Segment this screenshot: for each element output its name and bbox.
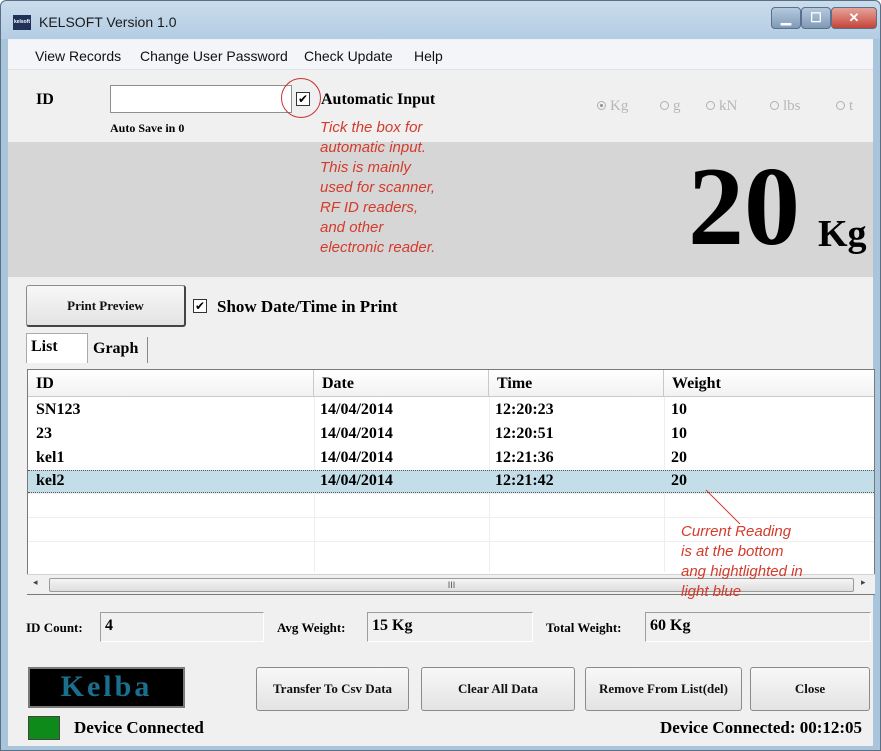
column-header-id[interactable]: ID bbox=[28, 370, 314, 397]
annotation-line: is at the bottom bbox=[681, 543, 784, 560]
radio-dot bbox=[706, 101, 715, 110]
annotation-line: Current Reading bbox=[681, 523, 792, 540]
row-divider bbox=[28, 517, 874, 518]
clear-all-data-button[interactable]: Clear All Data bbox=[421, 667, 575, 711]
annotation-line: This is mainly bbox=[320, 159, 411, 176]
cell-date: 14/04/2014 bbox=[320, 449, 393, 466]
unit-radio-g[interactable]: g bbox=[660, 98, 681, 115]
radio-dot bbox=[770, 101, 779, 110]
menu-view-records[interactable]: View Records bbox=[35, 48, 121, 64]
close-icon: ✕ bbox=[848, 10, 860, 25]
menu-bar: View Records Change User Password Check … bbox=[8, 40, 873, 70]
annotation-line: electronic reader. bbox=[320, 239, 436, 256]
cell-id: kel2 bbox=[36, 472, 65, 489]
automatic-input-checkbox[interactable]: ✔ bbox=[296, 92, 310, 106]
cell-date: 14/04/2014 bbox=[320, 425, 393, 442]
cell-weight: 20 bbox=[671, 472, 687, 489]
tab-graph[interactable]: Graph bbox=[88, 337, 148, 363]
maximize-icon: ☐ bbox=[810, 10, 822, 25]
title-bar[interactable]: kelsoft KELSOFT Version 1.0 ▁ ☐ ✕ bbox=[1, 1, 880, 39]
annotation-arrow bbox=[705, 489, 741, 525]
avg-weight-label: Avg Weight: bbox=[277, 620, 346, 635]
scroll-left-icon[interactable]: ◂ bbox=[33, 577, 38, 588]
unit-label: t bbox=[849, 98, 854, 114]
cell-id: SN123 bbox=[36, 401, 81, 418]
cell-weight: 10 bbox=[671, 401, 687, 418]
cell-time: 12:20:23 bbox=[495, 401, 554, 418]
unit-label: lbs bbox=[783, 98, 801, 114]
unit-label: Kg bbox=[610, 98, 629, 114]
connection-indicator bbox=[28, 716, 60, 740]
cell-time: 12:20:51 bbox=[495, 425, 554, 442]
column-header-time[interactable]: Time bbox=[489, 370, 664, 397]
id-count-value: 4 bbox=[100, 612, 264, 642]
automatic-input-label: Automatic Input bbox=[321, 91, 436, 108]
column-header-date[interactable]: Date bbox=[314, 370, 489, 397]
id-count-label: ID Count: bbox=[26, 620, 83, 635]
minimize-icon: ▁ bbox=[781, 10, 791, 25]
cell-weight: 10 bbox=[671, 425, 687, 442]
close-window-button[interactable]: ✕ bbox=[831, 7, 877, 29]
row-divider bbox=[28, 493, 874, 494]
auto-save-label: Auto Save in 0 bbox=[110, 121, 185, 135]
device-status-label: Device Connected bbox=[74, 718, 204, 737]
annotation-current-reading: Current Reading is at the bottom ang hig… bbox=[681, 522, 861, 602]
annotation-line: and other bbox=[320, 219, 384, 236]
total-weight-value: 60 Kg bbox=[645, 612, 871, 642]
annotation-line: light blue bbox=[681, 583, 742, 600]
id-input[interactable] bbox=[110, 85, 292, 113]
annotation-line: RF ID readers, bbox=[320, 199, 419, 216]
radio-dot bbox=[660, 101, 669, 110]
cell-id: kel1 bbox=[36, 449, 65, 466]
window-title: KELSOFT Version 1.0 bbox=[39, 14, 177, 30]
unit-label: g bbox=[673, 98, 681, 114]
table-row[interactable]: SN123 14/04/2014 12:20:23 10 bbox=[28, 399, 874, 422]
radio-dot bbox=[597, 101, 606, 110]
app-icon: kelsoft bbox=[13, 15, 31, 30]
cell-time: 12:21:42 bbox=[495, 472, 554, 489]
menu-help[interactable]: Help bbox=[414, 48, 443, 64]
cell-weight: 20 bbox=[671, 449, 687, 466]
unit-radio-t[interactable]: t bbox=[836, 98, 853, 115]
weight-reading-value: 20 bbox=[688, 145, 800, 269]
annotation-line: used for scanner, bbox=[320, 179, 436, 196]
kelba-logo: Kelba bbox=[28, 667, 185, 708]
radio-dot bbox=[836, 101, 845, 110]
logo-text: Kelba bbox=[60, 670, 153, 703]
annotation-line: automatic input. bbox=[320, 139, 426, 156]
device-connected-time: Device Connected: 00:12:05 bbox=[660, 718, 863, 737]
avg-weight-value: 15 Kg bbox=[367, 612, 533, 642]
unit-radio-kg[interactable]: Kg bbox=[597, 98, 628, 115]
print-preview-button[interactable]: Print Preview bbox=[26, 285, 186, 327]
id-label: ID bbox=[36, 91, 54, 108]
total-weight-label: Total Weight: bbox=[546, 620, 622, 635]
transfer-csv-button[interactable]: Transfer To Csv Data bbox=[256, 667, 409, 711]
column-header-weight[interactable]: Weight bbox=[664, 370, 874, 397]
unit-radio-lbs[interactable]: lbs bbox=[770, 98, 801, 115]
cell-id: 23 bbox=[36, 425, 52, 442]
show-datetime-checkbox[interactable]: ✔ bbox=[193, 299, 207, 313]
menu-change-password[interactable]: Change User Password bbox=[140, 48, 288, 64]
unit-label: kN bbox=[719, 98, 738, 114]
table-row[interactable]: kel1 14/04/2014 12:21:36 20 bbox=[28, 447, 874, 470]
maximize-button[interactable]: ☐ bbox=[801, 7, 831, 29]
weight-reading-unit: Kg bbox=[818, 213, 867, 255]
unit-radio-kn[interactable]: kN bbox=[706, 98, 737, 115]
minimize-button[interactable]: ▁ bbox=[771, 7, 801, 29]
show-datetime-label: Show Date/Time in Print bbox=[217, 297, 398, 316]
cell-date: 14/04/2014 bbox=[320, 401, 393, 418]
remove-from-list-button[interactable]: Remove From List(del) bbox=[585, 667, 742, 711]
table-row[interactable]: 23 14/04/2014 12:20:51 10 bbox=[28, 423, 874, 446]
annotation-automatic-input: Tick the box for automatic input. This i… bbox=[320, 118, 490, 258]
tab-list[interactable]: List bbox=[26, 333, 88, 363]
cell-time: 12:21:36 bbox=[495, 449, 554, 466]
cell-date: 14/04/2014 bbox=[320, 472, 393, 489]
annotation-line: Tick the box for bbox=[320, 119, 423, 136]
table-row-selected[interactable]: kel2 14/04/2014 12:21:42 20 bbox=[28, 470, 874, 493]
annotation-line: ang hightlighted in bbox=[681, 563, 803, 580]
scroll-right-icon[interactable]: ▸ bbox=[861, 577, 866, 588]
close-button[interactable]: Close bbox=[750, 667, 870, 711]
menu-check-update[interactable]: Check Update bbox=[304, 48, 393, 64]
